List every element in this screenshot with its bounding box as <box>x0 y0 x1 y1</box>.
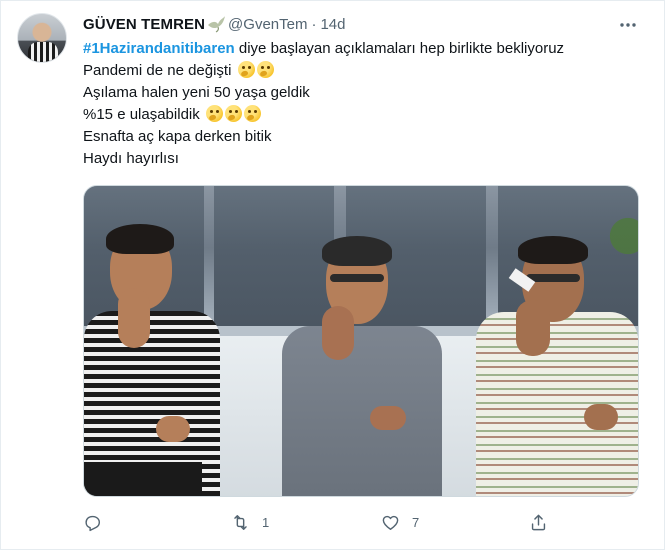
reply-icon <box>85 515 101 531</box>
author-handle[interactable]: @GvenTem <box>228 16 307 33</box>
tweet-line-2: Pandemi de ne değişti <box>83 60 643 82</box>
retweet-count: 1 <box>262 514 270 530</box>
sunglasses <box>330 274 384 282</box>
heart-icon <box>382 515 399 530</box>
tweet-line-3: Aşılama halen yeni 50 yaşa geldik <box>83 84 310 101</box>
hand <box>156 416 190 442</box>
hair <box>106 224 174 254</box>
thinking-face-icon <box>224 105 242 122</box>
hair <box>518 236 588 264</box>
tweet-line-4: %15 e ulaşabildik <box>83 104 643 126</box>
share-button[interactable] <box>529 507 560 537</box>
tweet-header: GÜVEN TEMREN @GvenTem · 14d <box>83 14 346 34</box>
tweet-timestamp[interactable]: 14d <box>320 16 345 33</box>
tweet-line-1: #1Hazirandanitibaren diye başlayan açıkl… <box>83 38 643 60</box>
thinking-face-icon <box>237 61 255 78</box>
avatar-shirt <box>28 42 58 62</box>
tweet-line-4-text: %15 e ulaşabildik <box>83 106 200 123</box>
person-right <box>476 234 638 496</box>
tweet-line-6: Haydı hayırlısı <box>83 150 179 167</box>
arm <box>516 300 550 356</box>
arm <box>118 288 150 348</box>
reply-button[interactable] <box>83 507 114 537</box>
hand <box>584 404 618 430</box>
like-count: 7 <box>412 514 420 530</box>
hashtag-link[interactable]: #1Hazirandanitibaren <box>83 40 235 57</box>
hair <box>322 236 392 266</box>
share-icon <box>531 514 546 530</box>
arm <box>322 306 354 360</box>
thinking-face-icon <box>243 105 261 122</box>
thinking-face-icon <box>205 105 223 122</box>
avatar[interactable] <box>17 13 67 63</box>
grey-polo <box>282 326 442 496</box>
striped-polo <box>476 312 638 496</box>
tweet-actions: 1 7 <box>83 507 553 537</box>
header-separator: · <box>311 15 317 33</box>
retweet-icon <box>234 514 247 530</box>
thinking-face-icon <box>256 61 274 78</box>
tweet-line-1-text: diye başlayan açıklamaları hep birlikte … <box>234 40 565 57</box>
person-left <box>84 206 234 496</box>
tweet-line-5: Esnafta aç kapa derken bitik <box>83 128 272 145</box>
author-display-name[interactable]: GÜVEN TEMREN <box>83 16 205 33</box>
retweet-button[interactable]: 1 <box>231 507 269 537</box>
hand <box>370 406 406 430</box>
dove-icon <box>206 15 226 33</box>
tweet-photo[interactable] <box>83 185 639 497</box>
tweet-card[interactable]: GÜVEN TEMREN @GvenTem · 14d #1Hazirandan… <box>0 0 665 550</box>
more-options-icon[interactable] <box>618 15 638 35</box>
person-middle <box>274 236 444 496</box>
trousers <box>84 462 202 496</box>
tweet-text: #1Hazirandanitibaren diye başlayan açıkl… <box>83 38 643 170</box>
tweet-line-2-text: Pandemi de ne değişti <box>83 62 232 79</box>
like-button[interactable]: 7 <box>381 507 419 537</box>
